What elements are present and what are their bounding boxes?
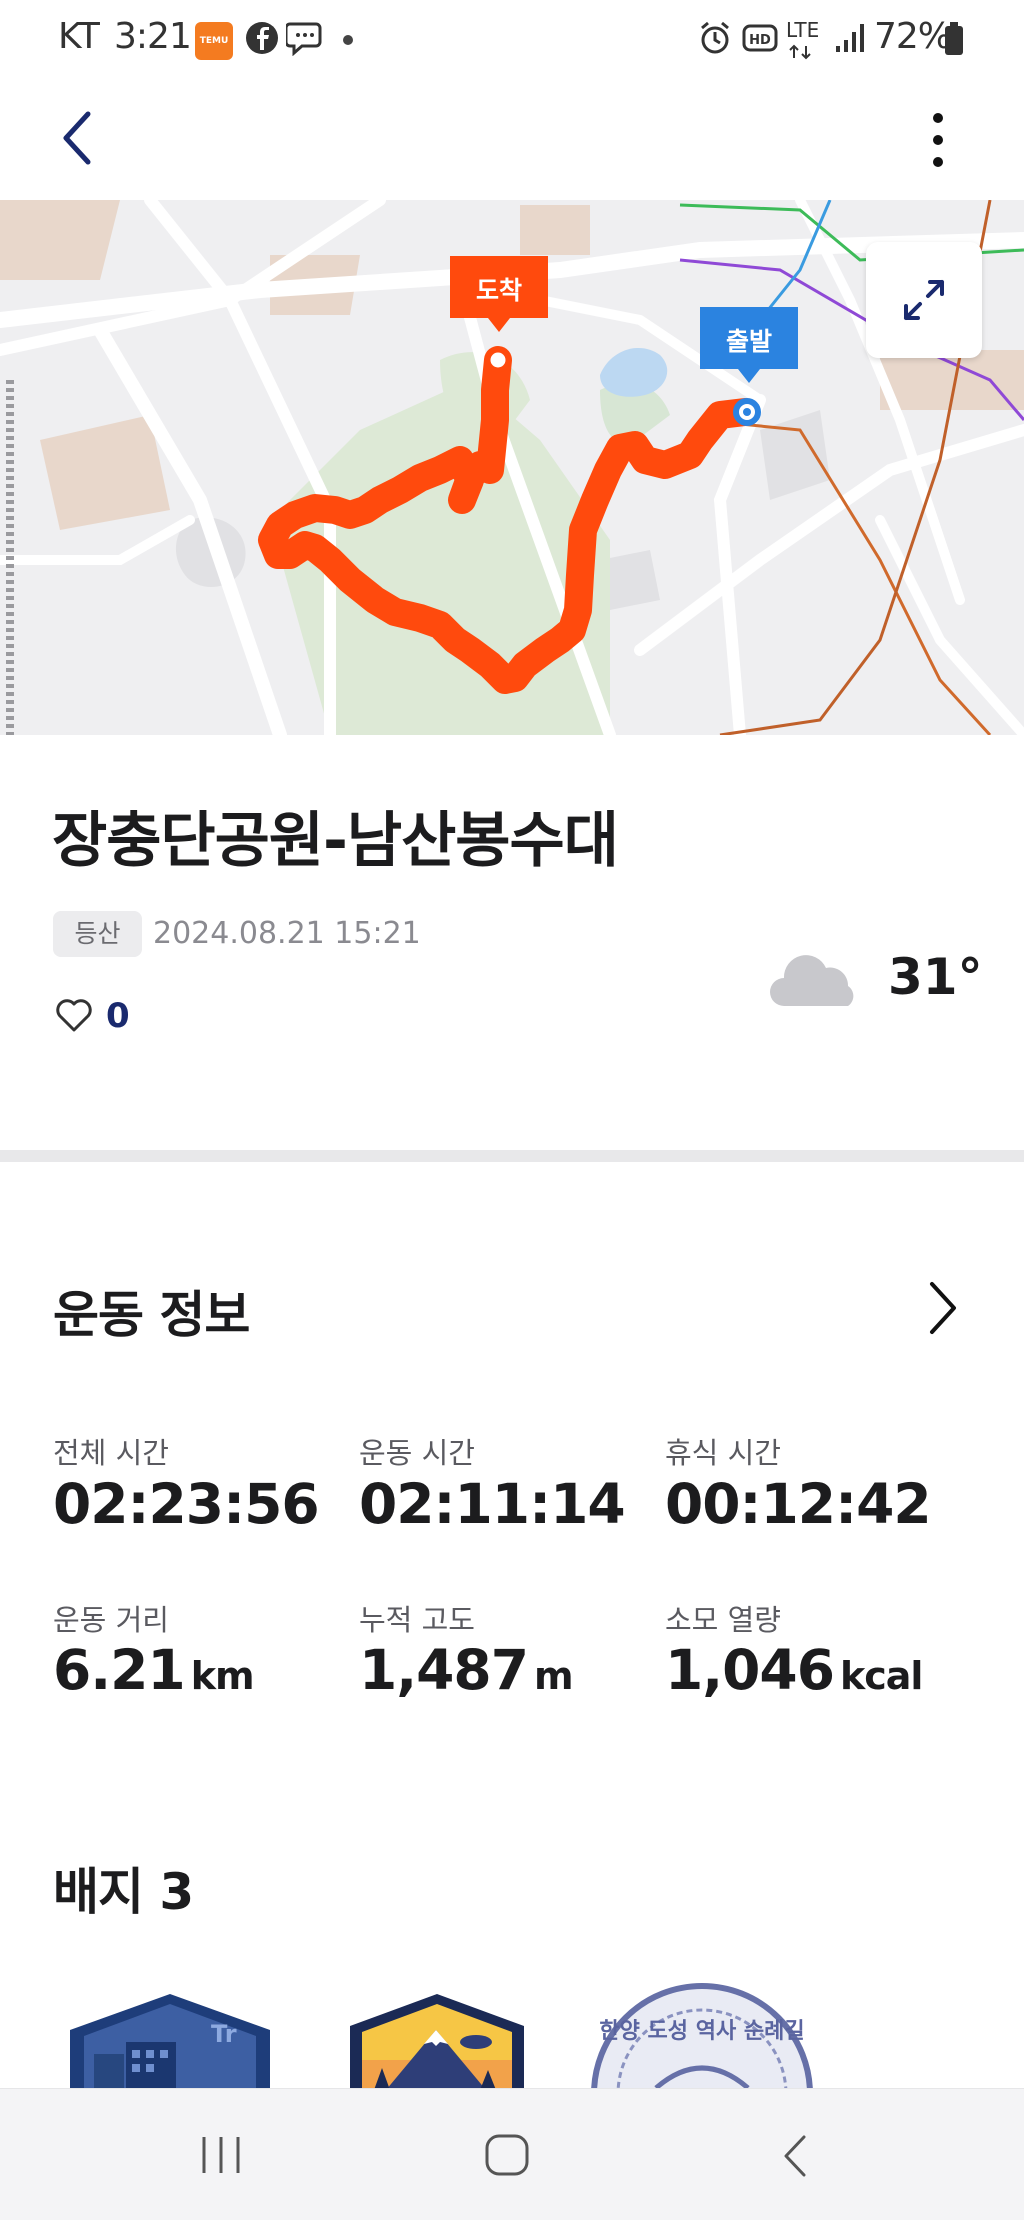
- start-marker-label: 출발: [725, 327, 772, 356]
- recent-apps-icon[interactable]: [200, 2135, 242, 2175]
- app-bar: [0, 80, 1024, 200]
- stat-distance-label: 운동 거리: [53, 1603, 169, 1637]
- stat-rest-time-value: 00:12:42: [665, 1472, 932, 1536]
- stat-distance-unit: km: [190, 1654, 255, 1698]
- home-icon[interactable]: [484, 2133, 530, 2177]
- data-arrows-icon: [789, 44, 811, 60]
- status-time: 3:21: [114, 16, 192, 57]
- more-notifications-dot-icon: [343, 35, 353, 45]
- activity-datetime: 2024.08.21 15:21: [153, 916, 421, 951]
- city-badge-icon[interactable]: Tr: [66, 1990, 274, 2090]
- system-back-icon[interactable]: [780, 2133, 810, 2179]
- like-count: 0: [106, 996, 130, 1036]
- badges-section-title: 배지 3: [53, 1863, 194, 1921]
- stat-calories-unit: kcal: [839, 1654, 923, 1698]
- carrier-label: KT: [58, 16, 100, 57]
- section-divider: [0, 1150, 1024, 1162]
- hd-voice-icon: HD: [742, 24, 778, 52]
- status-bar: KT 3:21 TEMU HD LTE 72%: [0, 0, 1024, 80]
- heart-icon[interactable]: [54, 996, 94, 1034]
- end-marker-label: 도착: [475, 276, 522, 305]
- stat-total-time-label: 전체 시간: [53, 1436, 169, 1470]
- stat-exercise-time-value: 02:11:14: [359, 1472, 626, 1536]
- svg-text:HD: HD: [749, 33, 771, 48]
- battery-icon: [945, 22, 963, 55]
- signal-icon: [836, 24, 864, 52]
- facebook-icon: [246, 22, 278, 54]
- stamp-text: 한양 도성 역사 순례길: [599, 2019, 804, 2044]
- mountain-badge-icon[interactable]: [346, 1990, 528, 2090]
- stat-distance-number: 6.21: [53, 1638, 186, 1702]
- svg-text:Tr: Tr: [211, 2020, 237, 2048]
- stat-rest-time-label: 휴식 시간: [665, 1436, 781, 1470]
- cloud-icon: [770, 955, 854, 1006]
- workout-section-title: 운동 정보: [53, 1286, 250, 1344]
- stat-elevation-unit: m: [533, 1654, 574, 1698]
- more-options-icon[interactable]: [922, 110, 954, 170]
- alarm-icon: [701, 21, 729, 54]
- activity-title: 장충단공원-남산봉수대: [52, 806, 619, 876]
- stat-distance-value: 6.21 km: [53, 1638, 255, 1702]
- stat-calories-label: 소모 열량: [665, 1603, 781, 1637]
- stat-calories-number: 1,046: [665, 1638, 835, 1702]
- stat-total-time-value: 02:23:56: [53, 1472, 320, 1536]
- category-badge: 등산: [53, 911, 142, 957]
- chat-icon: [286, 22, 322, 56]
- system-nav-bar: [0, 2088, 1024, 2220]
- expand-icon: [904, 280, 944, 320]
- chevron-right-icon[interactable]: [924, 1280, 960, 1336]
- battery-percent: 72%: [874, 16, 952, 57]
- expand-map-button[interactable]: [866, 242, 982, 358]
- stat-calories-value: 1,046 kcal: [665, 1638, 923, 1702]
- network-type-label: LTE: [786, 18, 820, 42]
- stat-exercise-time-label: 운동 시간: [359, 1436, 475, 1470]
- temperature: 31°: [888, 948, 983, 1006]
- fortress-stamp-badge-icon[interactable]: 한양 도성 역사 순례길: [586, 1978, 818, 2088]
- temu-icon: TEMU: [195, 22, 233, 60]
- stat-elevation-label: 누적 고도: [359, 1603, 475, 1637]
- back-arrow-icon[interactable]: [56, 108, 100, 168]
- stat-elevation-number: 1,487: [359, 1638, 529, 1702]
- stat-elevation-value: 1,487 m: [359, 1638, 574, 1702]
